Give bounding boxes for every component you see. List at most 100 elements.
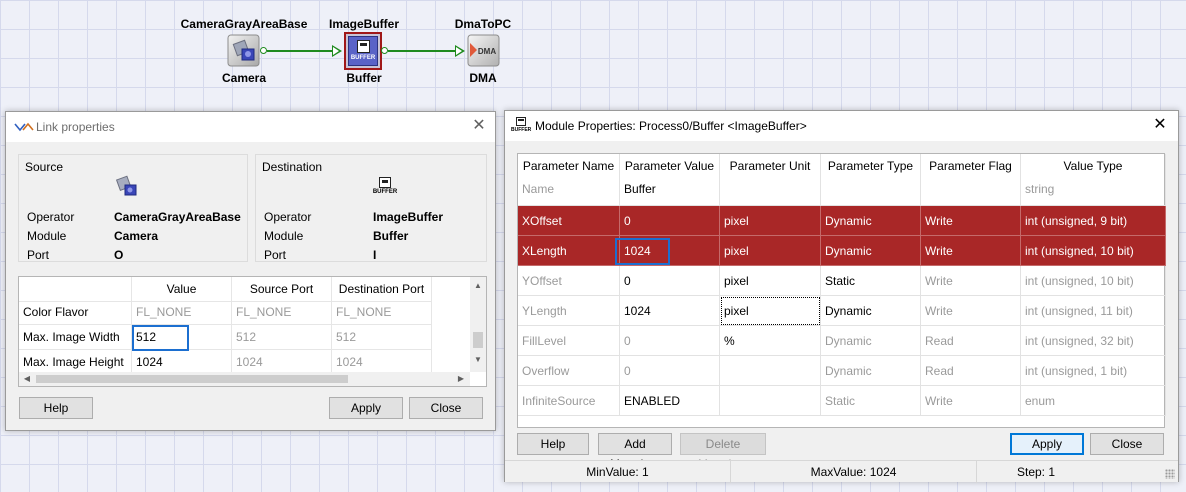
scroll-left-icon[interactable]: ◀ xyxy=(19,372,35,386)
buffer-operator-node[interactable]: BUFFER xyxy=(344,32,382,70)
camera-operator-node[interactable] xyxy=(227,34,261,68)
grid-header-value[interactable]: Value xyxy=(132,277,232,302)
table-row[interactable]: FillLevel 0 % Dynamic Read int (unsigned… xyxy=(518,326,1166,356)
buffer-operator-icon: BUFFER xyxy=(511,117,531,135)
table-row[interactable]: XOffset 0 pixel Dynamic Write int (unsig… xyxy=(518,206,1166,236)
destination-group: Destination BUFFER Operator ImageBuffer … xyxy=(255,154,487,262)
vertical-scrollbar[interactable]: ▲ ▼ xyxy=(470,277,486,372)
param-unit[interactable]: pixel xyxy=(720,296,821,326)
table-row[interactable]: YOffset 0 pixel Static Write int (unsign… xyxy=(518,266,1166,296)
apply-button[interactable]: Apply xyxy=(1010,433,1084,455)
dma-operator-node[interactable]: DMA xyxy=(467,34,501,68)
param-unit: pixel xyxy=(720,206,821,236)
apply-button[interactable]: Apply xyxy=(329,397,403,419)
column-header-parameter-flag[interactable]: Parameter Flag xyxy=(921,154,1021,178)
param-value[interactable]: 0 xyxy=(620,266,720,296)
grid-header-destination-port[interactable]: Destination Port xyxy=(332,277,432,302)
destination-operator-label: Operator xyxy=(264,210,312,224)
param-flag: Read xyxy=(921,356,1021,386)
module-parameters-table[interactable]: Parameter Name Parameter Value Parameter… xyxy=(517,153,1166,428)
status-bar: MinValue: 1 MaxValue: 1024 Step: 1 xyxy=(505,460,1178,483)
param-name: FillLevel xyxy=(518,326,620,356)
table-row[interactable]: Name Buffer string xyxy=(518,176,1166,206)
param-unit: % xyxy=(720,326,821,356)
param-value-type: int (unsigned, 10 bit) xyxy=(1021,236,1166,266)
camera-operator-name-label: Camera xyxy=(221,71,267,85)
buffer-operator-icon: BUFFER xyxy=(348,36,378,66)
column-header-parameter-unit[interactable]: Parameter Unit xyxy=(720,154,821,178)
help-button[interactable]: Help xyxy=(517,433,589,455)
arrow-right-icon xyxy=(455,45,465,57)
grid-header-source-port[interactable]: Source Port xyxy=(232,277,332,302)
min-value-status: MinValue: 1 xyxy=(505,461,731,483)
scroll-down-icon[interactable]: ▼ xyxy=(470,353,486,367)
param-value: 0 xyxy=(620,356,720,386)
vertical-scroll-thumb[interactable] xyxy=(473,332,483,348)
link-start-port[interactable] xyxy=(381,47,388,54)
buffer-operator-icon: BUFFER xyxy=(372,177,398,199)
param-flag: Write xyxy=(921,266,1021,296)
param-name: YLength xyxy=(518,296,620,326)
link-buffer-dma[interactable] xyxy=(388,50,456,52)
param-value[interactable]: ENABLED xyxy=(620,386,720,416)
param-unit xyxy=(720,386,821,416)
param-name: Name xyxy=(518,176,620,206)
column-header-parameter-type[interactable]: Parameter Type xyxy=(821,154,921,178)
grid-row-dest: 512 xyxy=(332,325,432,350)
module-dialog-titlebar[interactable]: BUFFER Module Properties: Process0/Buffe… xyxy=(505,111,1178,141)
param-unit: pixel xyxy=(720,266,821,296)
add-metadata-button[interactable]: Add Metadata xyxy=(598,433,672,471)
table-row[interactable]: Overflow 0 Dynamic Read int (unsigned, 1… xyxy=(518,356,1166,386)
close-icon[interactable]: ✕ xyxy=(469,116,489,136)
table-row[interactable]: InfiniteSource ENABLED Static Write enum xyxy=(518,386,1166,416)
resize-grip-icon[interactable] xyxy=(1165,469,1175,479)
scroll-right-icon[interactable]: ▶ xyxy=(453,372,469,386)
close-button[interactable]: Close xyxy=(409,397,483,419)
column-header-value-type[interactable]: Value Type xyxy=(1021,154,1166,178)
help-button[interactable]: Help xyxy=(19,397,93,419)
param-name: InfiniteSource xyxy=(518,386,620,416)
param-flag: Write xyxy=(921,206,1021,236)
column-header-parameter-value[interactable]: Parameter Value xyxy=(620,154,720,178)
column-header-parameter-name[interactable]: Parameter Name xyxy=(518,154,620,178)
link-properties-grid[interactable]: Value Source Port Destination Port Color… xyxy=(18,276,487,387)
param-type: Dynamic xyxy=(821,236,921,266)
param-value: 0 xyxy=(620,326,720,356)
param-name: YOffset xyxy=(518,266,620,296)
dma-operator-type-label: DmaToPC xyxy=(454,17,512,31)
param-name: Overflow xyxy=(518,356,620,386)
scroll-up-icon[interactable]: ▲ xyxy=(470,279,486,293)
param-name: XOffset xyxy=(518,206,620,236)
destination-module-value: Buffer xyxy=(373,229,409,243)
link-dialog-titlebar[interactable]: Link properties ✕ xyxy=(6,112,495,142)
link-start-port[interactable] xyxy=(260,47,267,54)
table-row[interactable]: YLength 1024 pixel Dynamic Write int (un… xyxy=(518,296,1166,326)
camera-operator-icon xyxy=(227,34,260,67)
dma-operator-icon: DMA xyxy=(467,34,500,67)
grid-row-value[interactable]: FL_NONE xyxy=(132,300,232,325)
camera-operator-icon xyxy=(115,175,137,196)
source-heading: Source xyxy=(25,160,64,174)
param-value[interactable]: Buffer xyxy=(620,176,720,206)
source-operator-value: CameraGrayAreaBase xyxy=(114,210,241,224)
param-unit xyxy=(720,176,821,206)
param-flag: Write xyxy=(921,386,1021,416)
param-flag: Read xyxy=(921,326,1021,356)
grid-row-source: 512 xyxy=(232,325,332,350)
arrow-right-icon xyxy=(332,45,342,57)
horizontal-scrollbar[interactable]: ◀ ▶ xyxy=(19,372,470,386)
close-button[interactable]: Close xyxy=(1090,433,1164,455)
module-dialog-title: Module Properties: Process0/Buffer <Imag… xyxy=(535,119,807,133)
source-operator-label: Operator xyxy=(27,210,75,224)
param-value[interactable]: 0 xyxy=(620,206,720,236)
param-value[interactable]: 1024 xyxy=(620,296,720,326)
param-value-type: int (unsigned, 11 bit) xyxy=(1021,296,1166,326)
horizontal-scroll-thumb[interactable] xyxy=(36,375,348,383)
link-properties-dialog: Link properties ✕ Source Operator Camera… xyxy=(5,111,496,431)
source-port-label: Port xyxy=(27,248,50,262)
max-value-status: MaxValue: 1024 xyxy=(731,461,977,483)
param-type: Dynamic xyxy=(821,206,921,236)
close-icon[interactable]: ✕ xyxy=(1150,115,1170,135)
source-module-value: Camera xyxy=(114,229,159,243)
link-camera-buffer[interactable] xyxy=(267,50,333,52)
